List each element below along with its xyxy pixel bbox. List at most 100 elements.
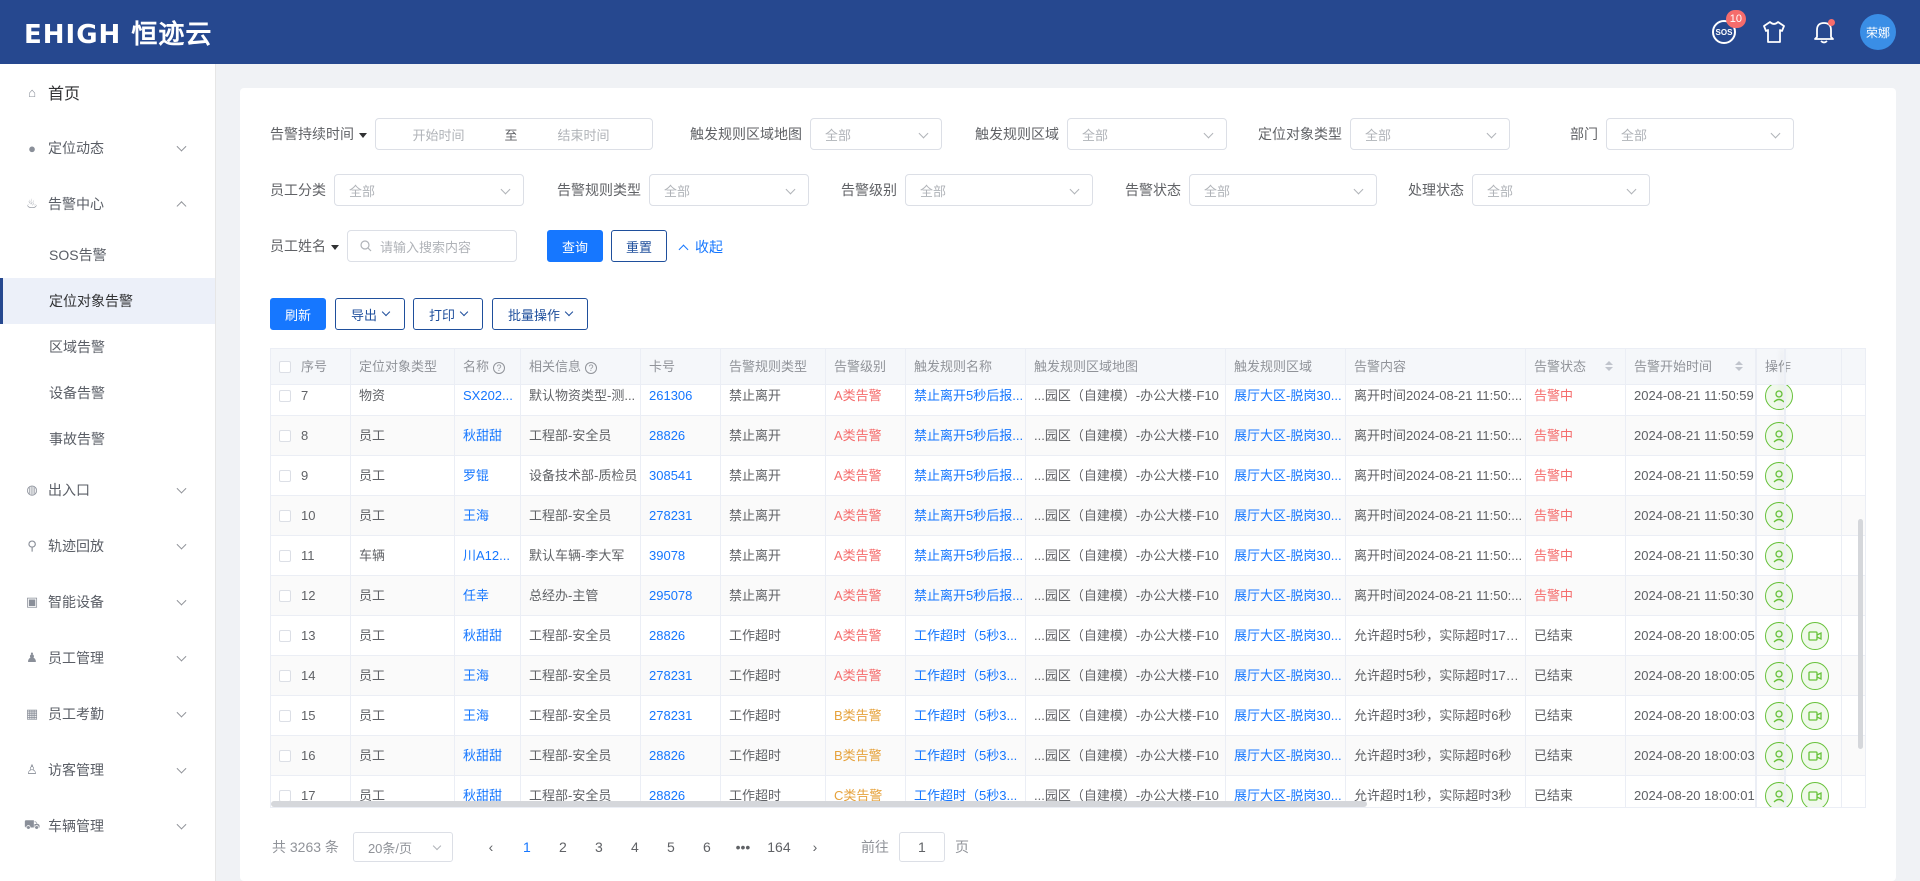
table-row[interactable]: 12 员工 任幸 总经办-主管 295078 禁止离开 A类告警 禁止离开5秒后报......… xyxy=(271,576,1865,616)
cell-name[interactable]: 秋甜甜 xyxy=(455,616,521,656)
user-avatar[interactable]: 荣娜 xyxy=(1860,14,1896,50)
start-time-input[interactable]: 开始时间 xyxy=(376,125,501,144)
search-input[interactable]: 请输入搜索内容 xyxy=(347,230,517,262)
query-button[interactable]: 查询 xyxy=(547,230,603,262)
locate-person-icon[interactable] xyxy=(1765,782,1793,807)
select-all-checkbox[interactable] xyxy=(279,360,291,373)
table-row[interactable]: 11 车辆 川A12... 默认车辆-李大军 39078 禁止离开 A类告警 禁止离开5秒后报… xyxy=(271,536,1865,576)
sidebar-item-attendance[interactable]: ▦ 员工考勤 xyxy=(0,686,215,742)
page-size-select[interactable]: 20条/页 xyxy=(352,832,453,862)
sidebar-item-visitor[interactable]: ♙ 访客管理 xyxy=(0,742,215,798)
sidebar-item-device[interactable]: ▣ 智能设备 xyxy=(0,574,215,630)
row-checkbox[interactable] xyxy=(279,709,291,722)
sidebar-sub-accident-alarm[interactable]: 事故告警 xyxy=(0,416,215,462)
locate-person-icon[interactable] xyxy=(1765,742,1793,770)
row-checkbox[interactable] xyxy=(279,549,291,562)
shirt-button[interactable] xyxy=(1760,18,1788,46)
cell-name[interactable]: 秋甜甜 xyxy=(455,736,521,776)
cell-area[interactable]: 展厅大区-脱岗30... xyxy=(1226,536,1346,576)
date-range-picker[interactable]: 开始时间 至 结束时间 xyxy=(375,118,653,150)
refresh-button[interactable]: 刷新 xyxy=(270,298,326,330)
duration-filter-label[interactable]: 告警持续时间 xyxy=(270,124,367,144)
name-filter-label[interactable]: 员工姓名 xyxy=(270,236,339,256)
cell-name[interactable]: 王海 xyxy=(455,696,521,736)
dept-select[interactable]: 全部 xyxy=(1606,118,1794,150)
cell-rule-name[interactable]: 禁止离开5秒后报... xyxy=(906,536,1026,576)
cell-card[interactable]: 278231 xyxy=(641,696,721,736)
horizontal-scrollbar[interactable] xyxy=(271,801,1367,807)
row-checkbox[interactable] xyxy=(279,469,291,482)
locate-person-icon[interactable] xyxy=(1765,542,1793,570)
cell-name[interactable]: 秋甜甜 xyxy=(455,416,521,456)
next-page-button[interactable]: › xyxy=(797,839,833,855)
row-checkbox[interactable] xyxy=(279,629,291,642)
cell-area[interactable]: 展厅大区-脱岗30... xyxy=(1226,616,1346,656)
sidebar-sub-sos[interactable]: SOS告警 xyxy=(0,232,215,278)
batch-button[interactable]: 批量操作 xyxy=(492,298,588,330)
row-checkbox[interactable] xyxy=(279,509,291,522)
cell-rule-name[interactable]: 禁止离开5秒后报... xyxy=(906,456,1026,496)
table-row[interactable]: 9 员工 罗锟 设备技术部-质检员 308541 禁止离开 A类告警 禁止离开5秒后报....… xyxy=(271,456,1865,496)
export-button[interactable]: 导出 xyxy=(335,298,405,330)
video-icon[interactable] xyxy=(1801,622,1829,650)
locate-person-icon[interactable] xyxy=(1765,382,1793,410)
cell-rule-name[interactable]: 禁止离开5秒后报... xyxy=(906,496,1026,536)
cell-name[interactable]: 罗锟 xyxy=(455,456,521,496)
cell-area[interactable]: 展厅大区-脱岗30... xyxy=(1226,736,1346,776)
page-number[interactable]: 164 xyxy=(761,839,797,855)
app-logo[interactable]: EHIGH 恒迹云 xyxy=(24,14,212,51)
table-row[interactable]: 16 员工 秋甜甜 工程部-安全员 28826 工作超时 B类告警 工作超时（5秒3.....… xyxy=(271,736,1865,776)
sort-icon[interactable] xyxy=(1735,361,1743,371)
collapse-link[interactable]: 收起 xyxy=(678,237,723,257)
video-icon[interactable] xyxy=(1801,702,1829,730)
cell-rule-name[interactable]: 禁止离开5秒后报... xyxy=(906,416,1026,456)
page-number[interactable]: 4 xyxy=(617,839,653,855)
emp-category-select[interactable]: 全部 xyxy=(334,174,524,206)
rule-map-select[interactable]: 全部 xyxy=(810,118,942,150)
cell-area[interactable]: 展厅大区-脱岗30... xyxy=(1226,416,1346,456)
page-number[interactable]: 1 xyxy=(509,839,545,855)
cell-card[interactable]: 295078 xyxy=(641,576,721,616)
page-number[interactable]: 5 xyxy=(653,839,689,855)
page-number[interactable]: 6 xyxy=(689,839,725,855)
cell-name[interactable]: 川A12... xyxy=(455,536,521,576)
cell-rule-name[interactable]: 工作超时（5秒3... xyxy=(906,736,1026,776)
sidebar-item-vehicle[interactable]: ⛟ 车辆管理 xyxy=(0,798,215,854)
row-checkbox[interactable] xyxy=(279,389,291,402)
sidebar-item-track[interactable]: ⚲ 轨迹回放 xyxy=(0,518,215,574)
cell-rule-name[interactable]: 工作超时（5秒3... xyxy=(906,616,1026,656)
help-icon[interactable]: ? xyxy=(493,361,506,374)
cell-card[interactable]: 39078 xyxy=(641,536,721,576)
handle-select[interactable]: 全部 xyxy=(1472,174,1650,206)
cell-area[interactable]: 展厅大区-脱岗30... xyxy=(1226,496,1346,536)
row-checkbox[interactable] xyxy=(279,749,291,762)
cell-card[interactable]: 28826 xyxy=(641,416,721,456)
prev-page-button[interactable]: ‹ xyxy=(473,839,509,855)
cell-rule-name[interactable]: 工作超时（5秒3... xyxy=(906,656,1026,696)
sidebar-sub-device-alarm[interactable]: 设备告警 xyxy=(0,370,215,416)
video-icon[interactable] xyxy=(1801,742,1829,770)
cell-card[interactable]: 278231 xyxy=(641,656,721,696)
video-icon[interactable] xyxy=(1801,782,1829,807)
vertical-scrollbar[interactable] xyxy=(1858,519,1863,749)
table-row[interactable]: 14 员工 王海 工程部-安全员 278231 工作超时 A类告警 工作超时（5秒3.....… xyxy=(271,656,1865,696)
locate-person-icon[interactable] xyxy=(1765,582,1793,610)
cell-card[interactable]: 278231 xyxy=(641,496,721,536)
table-row[interactable]: 10 员工 王海 工程部-安全员 278231 禁止离开 A类告警 禁止离开5秒后报.....… xyxy=(271,496,1865,536)
end-time-input[interactable]: 结束时间 xyxy=(521,125,646,144)
locate-person-icon[interactable] xyxy=(1765,502,1793,530)
page-number[interactable]: 2 xyxy=(545,839,581,855)
level-select[interactable]: 全部 xyxy=(905,174,1093,206)
sidebar-item-alarm[interactable]: ♨ 告警中心 xyxy=(0,176,215,232)
col-start-time[interactable]: 告警开始时间 xyxy=(1626,349,1756,385)
cell-name[interactable]: 王海 xyxy=(455,656,521,696)
cell-card[interactable]: 28826 xyxy=(641,616,721,656)
page-number[interactable]: ••• xyxy=(725,839,761,855)
cell-area[interactable]: 展厅大区-脱岗30... xyxy=(1226,696,1346,736)
cell-name[interactable]: 王海 xyxy=(455,496,521,536)
table-row[interactable]: 13 员工 秋甜甜 工程部-安全员 28826 工作超时 A类告警 工作超时（5秒3.....… xyxy=(271,616,1865,656)
cell-card[interactable]: 308541 xyxy=(641,456,721,496)
cell-card[interactable]: 28826 xyxy=(641,736,721,776)
locate-person-icon[interactable] xyxy=(1765,702,1793,730)
sidebar-item-entrance[interactable]: ◍ 出入口 xyxy=(0,462,215,518)
